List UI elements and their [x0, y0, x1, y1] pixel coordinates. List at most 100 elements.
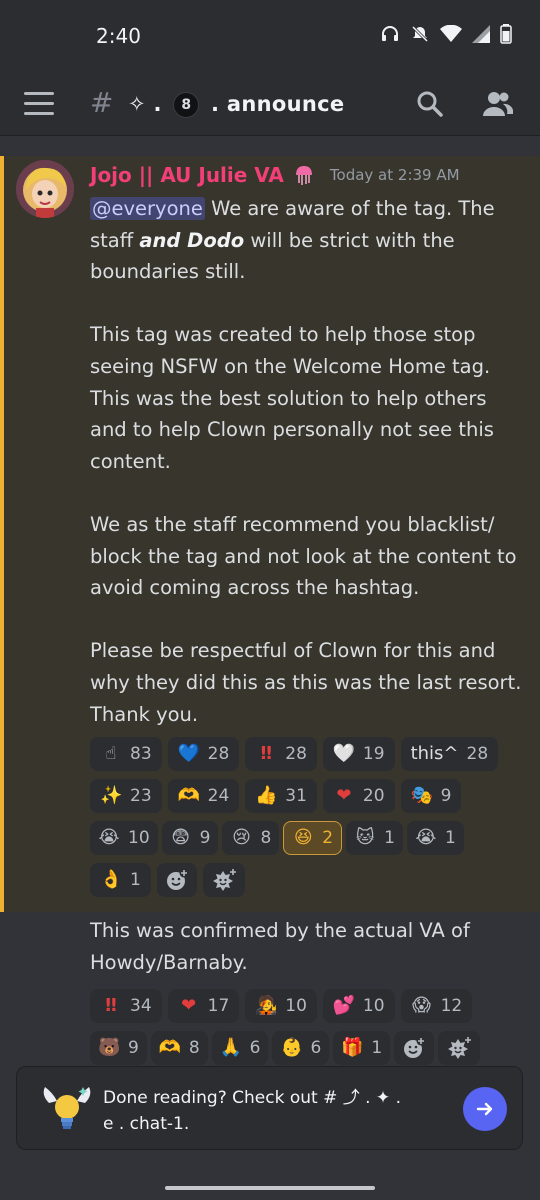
reaction-pill[interactable]: 👌 1: [90, 863, 151, 897]
author-name[interactable]: Jojo || AU Julie VA: [90, 163, 284, 187]
reaction-emoji: ❤: [336, 785, 352, 806]
reaction-pill[interactable]: ❤ 17: [167, 989, 240, 1023]
message-content-2: This was confirmed by the actual VA of H…: [90, 919, 470, 974]
add-reaction-button[interactable]: [156, 863, 197, 897]
reaction-pill[interactable]: 💕 10: [322, 989, 395, 1023]
reaction-count: 20: [362, 786, 385, 806]
search-icon[interactable]: [416, 90, 444, 118]
reactions-group-1: ☝ 83 💙 28 ‼ 28 🤍 19 this^ 28 ✨ 23 🫶 24 👍 31 ❤ 20 …: [90, 737, 530, 905]
reaction-pill[interactable]: 🎁 1: [333, 1031, 391, 1065]
reaction-emoji: 🤍: [332, 743, 356, 764]
reaction-pill[interactable]: 💙 28: [167, 737, 240, 771]
reaction-count: 23: [130, 786, 152, 806]
reaction-pill[interactable]: 🙏 6: [211, 1031, 269, 1065]
reaction-pill[interactable]: 😭 10: [90, 821, 158, 855]
reaction-emoji: 💙: [177, 743, 201, 764]
reaction-emoji: 🐱: [355, 827, 375, 848]
eight-ball-icon: 8: [173, 92, 200, 118]
arrow-right-icon: [476, 1102, 493, 1116]
reaction-pill[interactable]: ‼ 28: [245, 737, 317, 771]
channel-header: # ✧ . 8 . announce: [0, 72, 540, 136]
reaction-count: 10: [362, 996, 385, 1016]
reaction-count: 19: [362, 744, 385, 764]
toast-line-2: e . chat-1.: [103, 1114, 190, 1134]
reaction-pill[interactable]: 😭 1: [406, 821, 464, 855]
reaction-row: 👌 1: [90, 863, 530, 897]
reaction-emoji: 😭: [98, 827, 120, 848]
channel-name-suffix: . announce: [203, 92, 345, 116]
toast-text: Done reading? Check out # ⤴ . ✦ . e . ch…: [103, 1085, 443, 1137]
reaction-emoji: ‼: [260, 743, 272, 764]
reaction-pill[interactable]: 👶 6: [272, 1031, 330, 1065]
reaction-count: 1: [444, 828, 456, 848]
reaction-row: ‼ 34 ❤ 17 🧑‍🎤 10 💕 10 😱 12: [90, 989, 530, 1023]
add-super-reaction-button[interactable]: [202, 863, 245, 897]
notifications-off-icon: [411, 25, 429, 43]
add-reaction-icon: [166, 868, 189, 890]
reaction-emoji: 🫶: [158, 1037, 182, 1058]
reaction-pill[interactable]: ✨ 23: [90, 779, 162, 813]
status-icons: [380, 24, 512, 44]
reaction-count: 83: [130, 744, 152, 764]
reaction-emoji: 🐻: [98, 1037, 121, 1058]
headphones-icon: [382, 26, 398, 41]
channel-name[interactable]: ✧ . 8 . announce: [128, 92, 344, 118]
reaction-pill[interactable]: 🤍 19: [322, 737, 395, 771]
reaction-pill[interactable]: 🫶 24: [167, 779, 240, 813]
reaction-pill[interactable]: this^ 28: [400, 737, 499, 771]
add-super-reaction-button[interactable]: [438, 1031, 481, 1065]
everyone-mention[interactable]: @everyone: [90, 197, 205, 220]
reaction-pill[interactable]: ‼ 34: [90, 989, 162, 1023]
toast-line-1: Done reading? Check out # ⤴ . ✦ .: [103, 1088, 401, 1108]
members-icon[interactable]: [481, 90, 513, 118]
reaction-pill[interactable]: ❤ 20: [322, 779, 395, 813]
battery-icon: [500, 24, 512, 44]
reaction-pill[interactable]: 👍 31: [245, 779, 317, 813]
reaction-pill[interactable]: 😢 8: [222, 821, 280, 855]
home-indicator[interactable]: [165, 1186, 375, 1190]
reaction-pill[interactable]: 🎭 9: [400, 779, 462, 813]
go-to-channel-button[interactable]: [463, 1087, 507, 1131]
reaction-count: 24: [207, 786, 230, 806]
reaction-emoji: ‼: [105, 995, 117, 1016]
reaction-count: 8: [260, 828, 272, 848]
reaction-count: 10: [128, 828, 150, 848]
jellyfish-icon: [295, 166, 312, 185]
message-content: @everyone We are aware of the tag. The s…: [90, 193, 524, 730]
reaction-pill[interactable]: 🫶 8: [150, 1031, 208, 1065]
reaction-pill[interactable]: 🧑‍🎤 10: [245, 989, 317, 1023]
reaction-emoji: ☝: [105, 743, 117, 764]
reaction-count: 9: [128, 1038, 139, 1058]
reaction-pill[interactable]: 😨 9: [161, 821, 219, 855]
reaction-emoji: 😢: [232, 827, 251, 848]
reaction-emoji: 👶: [280, 1037, 303, 1058]
reaction-count: 2: [322, 828, 334, 848]
reaction-pill-selected[interactable]: 😆 2: [283, 821, 343, 855]
message-timestamp: Today at 2:39 AM: [329, 166, 460, 184]
done-reading-toast[interactable]: Done reading? Check out # ⤴ . ✦ . e . ch…: [16, 1066, 523, 1150]
reaction-pill[interactable]: 🐱 1: [346, 821, 403, 855]
wifi-icon: [440, 25, 462, 42]
avatar[interactable]: [16, 160, 74, 218]
reaction-count: 1: [384, 828, 395, 848]
reaction-emoji: 🎁: [341, 1037, 364, 1058]
reaction-count: 6: [310, 1038, 322, 1058]
message-paragraph-4: Please be respectful of Clown for this a…: [90, 639, 522, 726]
reaction-row: 😭 10 😨 9 😢 8 😆 2 🐱 1 😭 1: [90, 821, 530, 855]
reaction-emoji: ❤: [181, 995, 197, 1016]
channel-hash-icon: #: [90, 86, 114, 119]
app-root: { "status_bar": { "time": "2:40" }, "cha…: [0, 0, 540, 1200]
reaction-count: 28: [207, 744, 230, 764]
menu-icon[interactable]: [24, 92, 54, 116]
reaction-count: 10: [285, 996, 307, 1016]
reaction-pill[interactable]: 😱 12: [400, 989, 473, 1023]
reaction-emoji: 🫶: [177, 785, 201, 806]
add-reaction-button[interactable]: [394, 1031, 435, 1065]
status-time: 2:40: [96, 24, 141, 48]
reaction-count: 1: [371, 1038, 383, 1058]
reaction-count: 12: [440, 996, 463, 1016]
reactions-group-2: ‼ 34 ❤ 17 🧑‍🎤 10 💕 10 😱 12 🐻 9 🫶 8 🙏 6 👶 6 🎁 1: [90, 989, 530, 1073]
reaction-pill[interactable]: 🐻 9: [90, 1031, 147, 1065]
reaction-pill[interactable]: ☝ 83: [90, 737, 162, 771]
message-paragraph-3: We as the staff recommend you blacklist/…: [90, 512, 517, 600]
